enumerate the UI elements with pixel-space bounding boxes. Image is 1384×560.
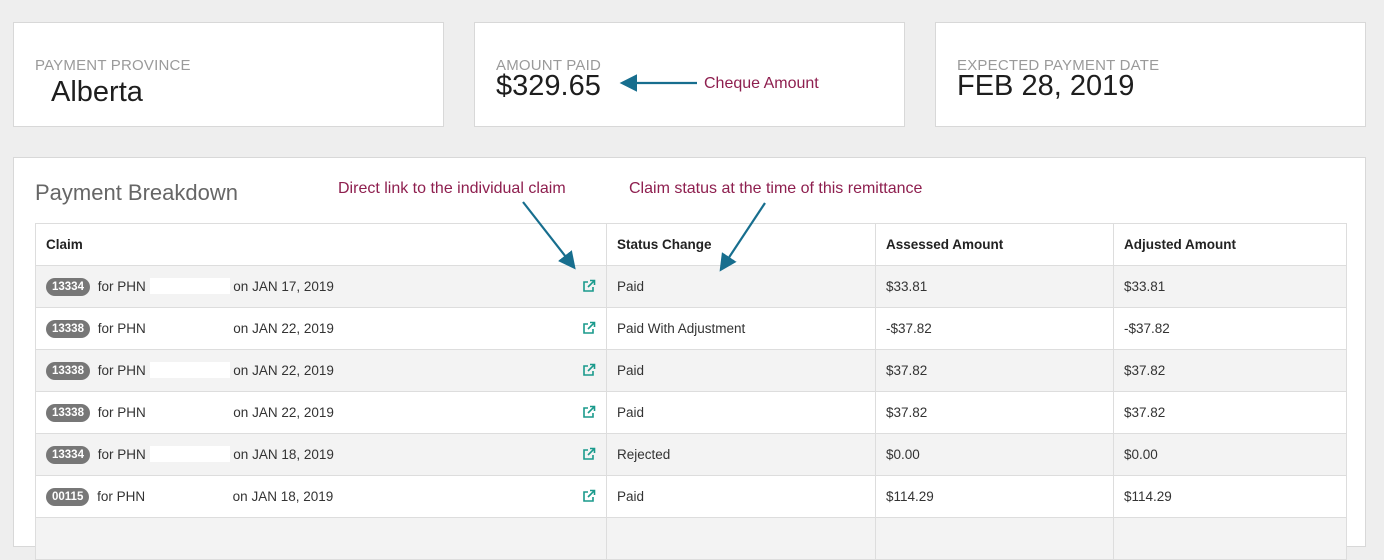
claim-cell: 13338 for PHN on JAN 22, 2019 xyxy=(35,307,607,350)
claim-date: on JAN 18, 2019 xyxy=(232,488,334,504)
column-header-status-change: Status Change xyxy=(606,223,876,266)
cheque-amount-annotation: Cheque Amount xyxy=(704,75,819,92)
external-link-icon[interactable] xyxy=(582,279,596,293)
adjusted-amount-cell: $33.81 xyxy=(1113,265,1347,308)
phn-prefix: for PHN xyxy=(97,404,146,420)
assessed-amount-cell: -$37.82 xyxy=(875,307,1114,350)
claim-id-badge: 13338 xyxy=(46,403,90,422)
table-row: 13334 for PHN on JAN 17, 2019 Paid $33.8… xyxy=(35,265,1347,308)
claim-id-badge: 13338 xyxy=(46,319,90,338)
payment-breakdown-title: Payment Breakdown xyxy=(35,180,238,205)
status-change-cell: Paid xyxy=(606,349,876,392)
expected-payment-date-value: FEB 28, 2019 xyxy=(957,70,1135,102)
table-row: 13338 for PHN on JAN 22, 2019 Paid $37.8… xyxy=(35,349,1347,392)
adjusted-amount-cell: $0.00 xyxy=(1113,433,1347,476)
claim-cell: 13338 for PHN on JAN 22, 2019 xyxy=(35,349,607,392)
adjusted-amount-cell: $37.82 xyxy=(1113,391,1347,434)
expected-payment-date-card: EXPECTED PAYMENT DATE FEB 28, 2019 xyxy=(935,22,1366,127)
table-header-row: Claim Status Change Assessed Amount Adju… xyxy=(35,223,1347,266)
status-change-cell: Paid xyxy=(606,475,876,518)
claim-date: on JAN 22, 2019 xyxy=(233,362,334,378)
phn-prefix: for PHN xyxy=(97,320,146,336)
external-link-icon[interactable] xyxy=(582,321,596,335)
phn-prefix: for PHN xyxy=(97,278,146,294)
amount-paid-card: AMOUNT PAID $329.65 Cheque Amount xyxy=(474,22,905,127)
column-header-assessed-amount: Assessed Amount xyxy=(875,223,1114,266)
phn-prefix: for PHN xyxy=(97,446,146,462)
adjusted-amount-cell xyxy=(1113,517,1347,560)
claim-cell: 13334 for PHN on JAN 17, 2019 xyxy=(35,265,607,308)
claim-cell: 13334 for PHN on JAN 18, 2019 xyxy=(35,433,607,476)
payment-province-value: Alberta xyxy=(51,76,143,108)
phn-prefix: for PHN xyxy=(97,362,146,378)
table-row: 13338 for PHN on JAN 22, 2019 Paid With … xyxy=(35,307,1347,350)
status-change-cell: Paid xyxy=(606,265,876,308)
status-annotation: Claim status at the time of this remitta… xyxy=(629,180,923,197)
external-link-icon[interactable] xyxy=(582,405,596,419)
adjusted-amount-cell: $37.82 xyxy=(1113,349,1347,392)
claim-cell xyxy=(35,517,607,560)
claim-id-badge: 13334 xyxy=(46,277,90,296)
claim-id-badge: 13334 xyxy=(46,445,90,464)
claim-cell: 00115 for PHN on JAN 18, 2019 xyxy=(35,475,607,518)
payment-breakdown-panel: Payment Breakdown Direct link to the ind… xyxy=(13,157,1366,560)
table-row: 13334 for PHN on JAN 18, 2019 Rejected $… xyxy=(35,433,1347,476)
payment-breakdown-table: Claim Status Change Assessed Amount Adju… xyxy=(35,223,1347,560)
redacted-phn xyxy=(149,361,230,378)
payment-province-label: PAYMENT PROVINCE xyxy=(35,57,191,74)
status-change-cell: Paid xyxy=(606,391,876,434)
assessed-amount-cell: $33.81 xyxy=(875,265,1114,308)
status-change-cell xyxy=(606,517,876,560)
redacted-phn xyxy=(149,445,230,462)
table-row xyxy=(35,517,1347,560)
payment-province-card: PAYMENT PROVINCE Alberta xyxy=(13,22,444,127)
redacted-phn xyxy=(149,277,230,294)
table-row: 13338 for PHN on JAN 22, 2019 Paid $37.8… xyxy=(35,391,1347,434)
external-link-icon[interactable] xyxy=(582,447,596,461)
claim-id-badge: 13338 xyxy=(46,361,90,380)
assessed-amount-cell xyxy=(875,517,1114,560)
claim-date: on JAN 17, 2019 xyxy=(233,278,334,294)
claim-link-annotation: Direct link to the individual claim xyxy=(338,180,566,197)
claim-date: on JAN 22, 2019 xyxy=(233,404,334,420)
claim-date: on JAN 22, 2019 xyxy=(233,320,334,336)
status-change-cell: Paid With Adjustment xyxy=(606,307,876,350)
assessed-amount-cell: $114.29 xyxy=(875,475,1114,518)
assessed-amount-cell: $37.82 xyxy=(875,391,1114,434)
redacted-phn xyxy=(149,403,230,420)
phn-prefix: for PHN xyxy=(97,488,146,504)
status-change-cell: Rejected xyxy=(606,433,876,476)
adjusted-amount-cell: -$37.82 xyxy=(1113,307,1347,350)
redacted-phn xyxy=(149,319,230,336)
column-header-claim: Claim xyxy=(35,223,607,266)
adjusted-amount-cell: $114.29 xyxy=(1113,475,1347,518)
assessed-amount-cell: $0.00 xyxy=(875,433,1114,476)
external-link-icon[interactable] xyxy=(582,489,596,503)
claim-cell: 13338 for PHN on JAN 22, 2019 xyxy=(35,391,607,434)
assessed-amount-cell: $37.82 xyxy=(875,349,1114,392)
external-link-icon[interactable] xyxy=(582,363,596,377)
amount-paid-value: $329.65 xyxy=(496,70,601,102)
claim-id-badge: 00115 xyxy=(46,487,90,506)
column-header-adjusted-amount: Adjusted Amount xyxy=(1113,223,1347,266)
claim-date: on JAN 18, 2019 xyxy=(233,446,334,462)
redacted-phn xyxy=(148,487,229,504)
table-row: 00115 for PHN on JAN 18, 2019 Paid $114.… xyxy=(35,475,1347,518)
